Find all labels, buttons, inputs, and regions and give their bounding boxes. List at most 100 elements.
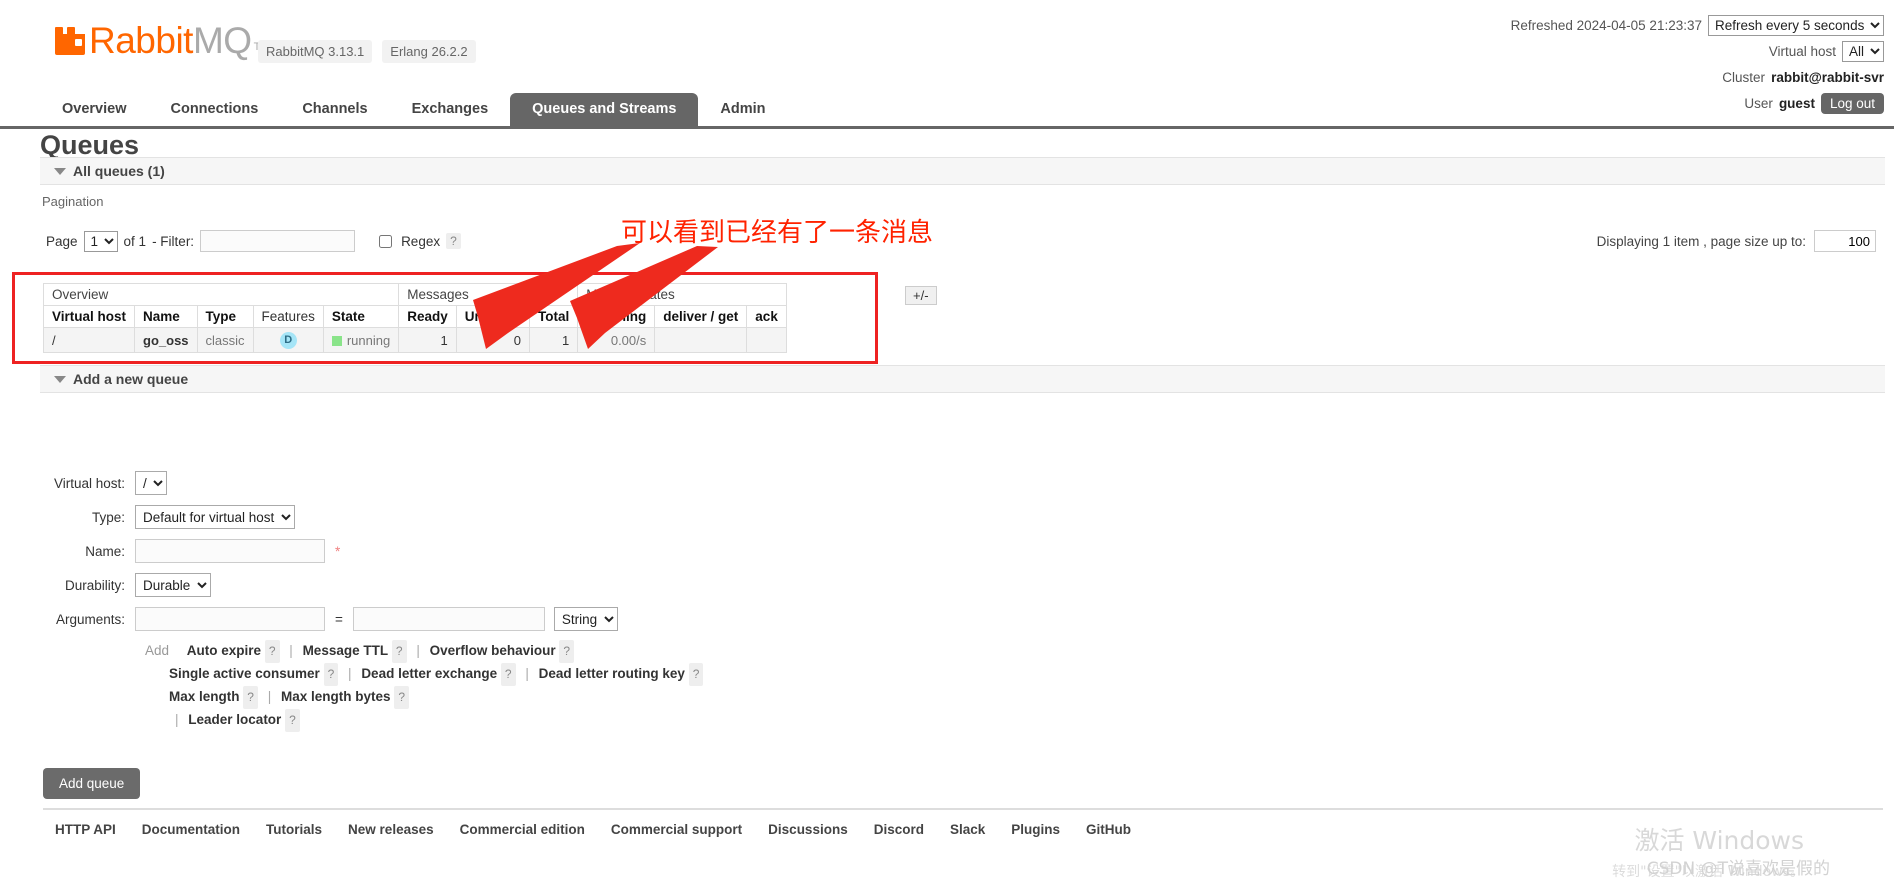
col-ready[interactable]: Ready bbox=[398, 305, 457, 328]
col-name[interactable]: Name bbox=[134, 305, 198, 328]
refresh-interval-select[interactable]: Refresh every 5 seconds bbox=[1708, 14, 1884, 36]
preset-auto-expire[interactable]: Auto expire bbox=[187, 643, 261, 658]
col-deliver-get[interactable]: deliver / get bbox=[654, 305, 748, 328]
col-type[interactable]: Type bbox=[196, 305, 254, 328]
all-queues-section-header[interactable]: All queues (1) bbox=[40, 157, 1885, 185]
pagination-label: Pagination bbox=[42, 194, 104, 209]
help-single-active-consumer-icon[interactable]: ? bbox=[323, 663, 339, 686]
cluster-label: Cluster bbox=[1722, 69, 1766, 85]
help-leader-locator-icon[interactable]: ? bbox=[285, 709, 300, 732]
preset-overflow-behaviour[interactable]: Overflow behaviour bbox=[430, 643, 556, 658]
footer-links: HTTP API Documentation Tutorials New rel… bbox=[55, 822, 1131, 837]
footer-link-new-releases[interactable]: New releases bbox=[348, 822, 434, 837]
col-unacked[interactable]: Unacked bbox=[455, 305, 531, 328]
form-row-virtual-host: Virtual host: / bbox=[40, 470, 703, 496]
input-argument-key[interactable] bbox=[135, 607, 325, 631]
tab-admin[interactable]: Admin bbox=[698, 93, 787, 126]
preset-dead-letter-routing-key[interactable]: Dead letter routing key bbox=[539, 666, 685, 681]
input-durability[interactable]: Durable bbox=[135, 573, 211, 597]
input-queue-name[interactable] bbox=[135, 539, 325, 563]
rabbitmq-logo[interactable]: Rabbit MQ TM bbox=[55, 22, 269, 59]
footer-link-plugins[interactable]: Plugins bbox=[1011, 822, 1060, 837]
footer-link-discord[interactable]: Discord bbox=[874, 822, 924, 837]
help-message-ttl-icon[interactable]: ? bbox=[391, 640, 407, 663]
preset-single-active-consumer[interactable]: Single active consumer bbox=[169, 666, 320, 681]
preset-dead-letter-exchange[interactable]: Dead letter exchange bbox=[361, 666, 497, 681]
rabbit-logo-icon bbox=[55, 27, 85, 55]
footer-link-github[interactable]: GitHub bbox=[1086, 822, 1131, 837]
argument-preset-line-1: Add Auto expire ? | Message TTL ? | Over… bbox=[145, 640, 703, 663]
vhost-row: Virtual host All bbox=[1511, 40, 1884, 62]
regex-checkbox[interactable] bbox=[379, 234, 393, 248]
page-size-input[interactable] bbox=[1814, 230, 1876, 252]
vhost-label: Virtual host bbox=[1768, 43, 1836, 59]
input-argument-type[interactable]: String bbox=[553, 607, 618, 631]
group-message-rates: Message rates bbox=[577, 283, 787, 306]
logout-button[interactable]: Log out bbox=[1820, 92, 1884, 114]
input-virtual-host[interactable]: / bbox=[135, 471, 167, 495]
input-argument-value[interactable] bbox=[352, 607, 545, 631]
user-label: User bbox=[1744, 95, 1773, 111]
windows-activation-watermark-title: 激活 Windows bbox=[1634, 826, 1804, 855]
preset-max-length-bytes[interactable]: Max length bytes bbox=[281, 689, 391, 704]
collapse-triangle-icon bbox=[54, 168, 66, 175]
table-row[interactable]: / go_oss classic D running 1 0 1 0.00/s bbox=[42, 327, 787, 353]
argument-presets: Add Auto expire ? | Message TTL ? | Over… bbox=[145, 640, 704, 732]
tab-queues-and-streams[interactable]: Queues and Streams bbox=[510, 93, 699, 126]
page-number-select[interactable]: 1 bbox=[83, 230, 118, 252]
input-type[interactable]: Default for virtual host bbox=[135, 505, 295, 529]
displaying-controls: Displaying 1 item , page size up to: bbox=[1597, 230, 1876, 252]
collapse-triangle-icon-2 bbox=[54, 376, 66, 383]
vhost-select[interactable]: All bbox=[1842, 40, 1884, 62]
help-dead-letter-exchange-icon[interactable]: ? bbox=[500, 663, 516, 686]
preset-message-ttl[interactable]: Message TTL bbox=[303, 643, 389, 658]
label-type: Type: bbox=[91, 509, 125, 525]
tab-channels[interactable]: Channels bbox=[280, 93, 389, 126]
help-dead-letter-routing-key-icon[interactable]: ? bbox=[688, 663, 704, 686]
footer-link-documentation[interactable]: Documentation bbox=[142, 822, 240, 837]
displaying-label: Displaying 1 item , page size up to: bbox=[1596, 233, 1806, 249]
all-queues-label: All queues (1) bbox=[73, 163, 165, 179]
footer-link-commercial-edition[interactable]: Commercial edition bbox=[460, 822, 585, 837]
col-virtual-host[interactable]: Virtual host bbox=[42, 305, 136, 328]
help-auto-expire-icon[interactable]: ? bbox=[264, 640, 280, 663]
add-queue-submit-button[interactable]: Add queue bbox=[43, 768, 141, 799]
regex-help-icon[interactable]: ? bbox=[446, 233, 461, 249]
label-name: Name: bbox=[85, 543, 125, 559]
group-overview: Overview bbox=[42, 283, 400, 306]
cell-unacked: 0 bbox=[455, 327, 531, 353]
footer-link-commercial-support[interactable]: Commercial support bbox=[611, 822, 742, 837]
user-value: guest bbox=[1778, 95, 1815, 111]
help-overflow-behaviour-icon[interactable]: ? bbox=[559, 640, 575, 663]
queues-table: Overview Messages Message rates Virtual … bbox=[42, 283, 787, 353]
footer-link-discussions[interactable]: Discussions bbox=[768, 822, 848, 837]
preset-leader-locator[interactable]: Leader locator bbox=[188, 712, 281, 727]
preset-max-length[interactable]: Max length bbox=[169, 689, 240, 704]
tab-connections[interactable]: Connections bbox=[149, 93, 281, 126]
col-ack[interactable]: ack bbox=[746, 305, 787, 328]
argument-add-label[interactable]: Add bbox=[145, 643, 169, 658]
col-state[interactable]: State bbox=[322, 305, 400, 328]
label-arguments: Arguments: bbox=[55, 611, 125, 627]
page-label: Page bbox=[46, 233, 78, 249]
annotation-text: 可以看到已经有了一条消息 bbox=[621, 218, 934, 248]
filter-input[interactable] bbox=[200, 230, 356, 252]
col-incoming[interactable]: incoming bbox=[577, 305, 656, 328]
table-group-header-row: Overview Messages Message rates bbox=[42, 283, 787, 306]
help-max-length-bytes-icon[interactable]: ? bbox=[394, 686, 409, 709]
add-queue-section-header[interactable]: Add a new queue bbox=[40, 365, 1885, 393]
help-max-length-icon[interactable]: ? bbox=[243, 686, 258, 709]
cell-type: classic bbox=[196, 327, 254, 353]
tab-overview[interactable]: Overview bbox=[40, 93, 149, 126]
pagination-controls: Page 1 of 1 - Filter: Regex ? bbox=[46, 230, 461, 252]
tab-exchanges[interactable]: Exchanges bbox=[390, 93, 511, 126]
durable-badge-icon: D bbox=[279, 332, 297, 349]
footer-link-tutorials[interactable]: Tutorials bbox=[266, 822, 322, 837]
footer-link-http-api[interactable]: HTTP API bbox=[55, 822, 116, 837]
toggle-columns-button[interactable]: +/- bbox=[905, 286, 937, 305]
footer-link-slack[interactable]: Slack bbox=[950, 822, 985, 837]
cell-incoming: 0.00/s bbox=[577, 327, 656, 353]
col-total[interactable]: Total bbox=[529, 305, 579, 328]
argument-preset-line-2: Single active consumer ? | Dead letter e… bbox=[169, 663, 704, 686]
cell-queue-name[interactable]: go_oss bbox=[134, 327, 198, 353]
